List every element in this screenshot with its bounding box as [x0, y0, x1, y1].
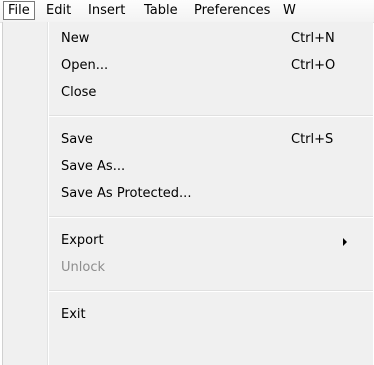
- menu-separator: [49, 115, 373, 117]
- menu-item-exit-label: Exit: [61, 307, 86, 322]
- menu-item-new-shortcut: Ctrl+N: [291, 31, 335, 46]
- menu-item-save-label: Save: [61, 132, 93, 147]
- submenu-arrow-icon: [343, 238, 347, 246]
- menu-item-export[interactable]: Export: [3, 228, 373, 254]
- menu-item-open-label: Open...: [61, 58, 109, 73]
- file-menu-dropdown: New Ctrl+N Open... Ctrl+O Close Save Ctr…: [2, 22, 373, 365]
- menu-separator: [49, 290, 373, 292]
- menu-item-close[interactable]: Close: [3, 80, 373, 106]
- menu-preferences[interactable]: Preferences: [189, 2, 275, 19]
- menu-item-export-label: Export: [61, 233, 104, 248]
- menu-item-open[interactable]: Open... Ctrl+O: [3, 53, 373, 79]
- menu-item-save-shortcut: Ctrl+S: [291, 132, 334, 147]
- menu-item-new[interactable]: New Ctrl+N: [3, 26, 373, 52]
- menu-item-save[interactable]: Save Ctrl+S: [3, 127, 373, 153]
- menu-item-unlock: Unlock: [3, 255, 373, 281]
- menu-bar: File Edit Insert Table Preferences W: [0, 0, 374, 23]
- menu-edit[interactable]: Edit: [41, 2, 76, 19]
- menu-item-unlock-label: Unlock: [61, 260, 105, 275]
- menu-item-save-as-label: Save As...: [61, 159, 126, 174]
- menu-item-open-shortcut: Ctrl+O: [291, 58, 336, 73]
- menu-item-close-label: Close: [61, 85, 97, 100]
- menu-item-exit[interactable]: Exit: [3, 302, 373, 328]
- menu-item-save-as[interactable]: Save As...: [3, 154, 373, 180]
- menu-item-new-label: New: [61, 31, 90, 46]
- menu-table[interactable]: Table: [139, 2, 183, 19]
- menu-window[interactable]: W: [278, 2, 301, 19]
- menu-item-save-as-protected-label: Save As Protected...: [61, 186, 192, 201]
- menu-separator: [49, 216, 373, 218]
- menu-item-save-as-protected[interactable]: Save As Protected...: [3, 181, 373, 207]
- menu-insert[interactable]: Insert: [83, 2, 130, 19]
- menu-file[interactable]: File: [3, 1, 35, 20]
